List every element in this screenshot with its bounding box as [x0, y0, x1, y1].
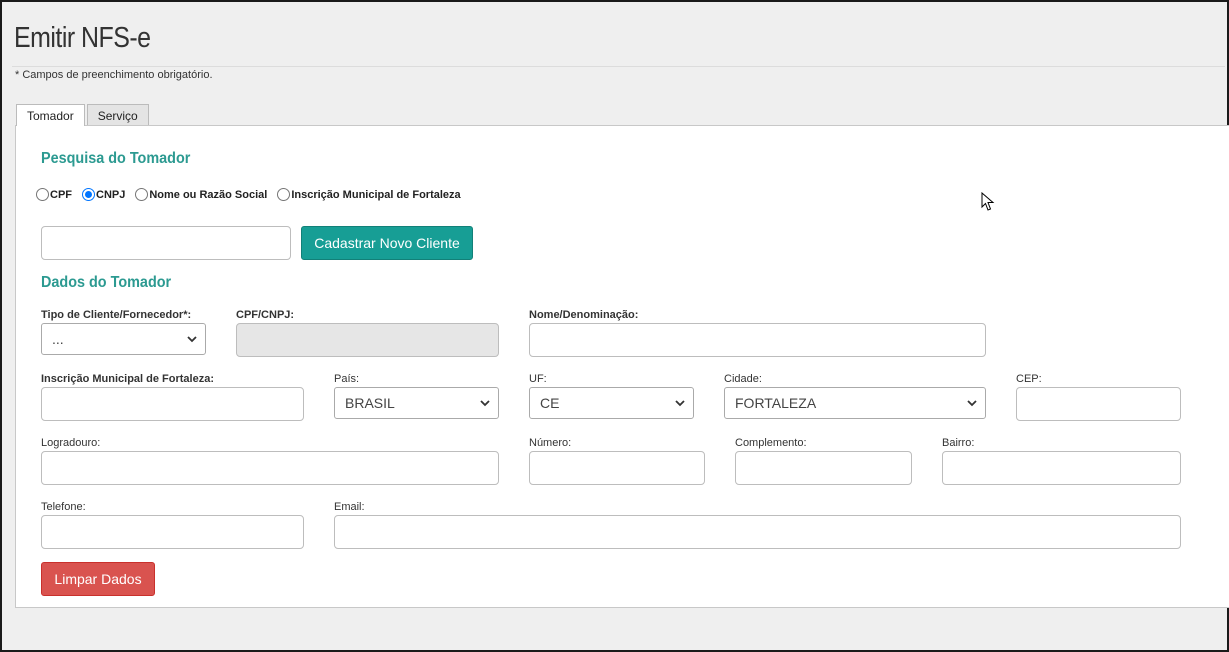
- radio-cnpj-circle[interactable]: [82, 188, 95, 201]
- radio-cpf-circle[interactable]: [36, 188, 49, 201]
- uf-label: UF:: [529, 373, 547, 385]
- title-divider: [12, 66, 1225, 67]
- chevron-down-icon: [480, 400, 490, 407]
- search-type-radio-group: CPF CNPJ Nome ou Razão Social Inscrição …: [36, 188, 471, 201]
- inscricao-field[interactable]: [41, 387, 304, 421]
- mouse-cursor-icon: [981, 192, 995, 211]
- tipo-cliente-label: Tipo de Cliente/Fornecedor*:: [41, 309, 192, 321]
- tab-tomador[interactable]: Tomador: [16, 104, 85, 126]
- section-title-dados: Dados do Tomador: [41, 274, 172, 291]
- chevron-down-icon: [675, 400, 685, 407]
- complemento-field[interactable]: [735, 451, 912, 485]
- bairro-label: Bairro:: [942, 437, 975, 449]
- radio-nome-label: Nome ou Razão Social: [149, 188, 268, 201]
- section-title-pesquisa: Pesquisa do Tomador: [41, 150, 191, 167]
- email-field[interactable]: [334, 515, 1181, 549]
- clear-data-button[interactable]: Limpar Dados: [41, 562, 155, 596]
- cidade-value: FORTALEZA: [735, 395, 817, 411]
- cidade-select[interactable]: FORTALEZA: [724, 387, 986, 419]
- window-frame: Emitir NFS-e * Campos de preenchimento o…: [0, 0, 1229, 652]
- tipo-cliente-select[interactable]: ...: [41, 323, 206, 355]
- uf-select[interactable]: CE: [529, 387, 694, 419]
- page-title: Emitir NFS-e: [14, 22, 151, 54]
- radio-cnpj[interactable]: CNPJ: [82, 188, 125, 201]
- numero-field[interactable]: [529, 451, 705, 485]
- chevron-down-icon: [967, 400, 977, 407]
- uf-value: CE: [540, 395, 560, 411]
- new-client-button[interactable]: Cadastrar Novo Cliente: [301, 226, 473, 260]
- tab-bar: Tomador Serviço: [16, 104, 149, 126]
- tab-servico[interactable]: Serviço: [86, 104, 149, 125]
- cep-label: CEP:: [1016, 373, 1042, 385]
- numero-label: Número:: [529, 437, 572, 449]
- telefone-field[interactable]: [41, 515, 304, 549]
- nome-label: Nome/Denominação:: [529, 309, 639, 321]
- radio-inscricao-circle[interactable]: [277, 188, 291, 201]
- cep-field[interactable]: [1016, 387, 1181, 421]
- pais-label: País:: [334, 373, 360, 385]
- nome-field[interactable]: [529, 323, 986, 357]
- radio-nome-circle[interactable]: [135, 188, 149, 201]
- telefone-label: Telefone:: [41, 501, 86, 513]
- radio-inscricao-label: Inscrição Municipal de Fortaleza: [291, 188, 461, 201]
- cpf-cnpj-field: [236, 323, 499, 357]
- logradouro-field[interactable]: [41, 451, 499, 485]
- required-note: * Campos de preenchimento obrigatório.: [15, 69, 213, 81]
- pais-select[interactable]: BRASIL: [334, 387, 499, 419]
- radio-cpf[interactable]: CPF: [36, 188, 72, 201]
- cpf-cnpj-label: CPF/CNPJ:: [236, 309, 295, 321]
- tab-panel-tomador: Pesquisa do Tomador CPF CNPJ Nome ou Raz…: [15, 125, 1229, 608]
- bairro-field[interactable]: [942, 451, 1181, 485]
- radio-cnpj-label: CNPJ: [96, 188, 126, 201]
- inscricao-label: Inscrição Municipal de Fortaleza:: [41, 373, 214, 385]
- radio-nome[interactable]: Nome ou Razão Social: [135, 188, 267, 201]
- radio-cpf-label: CPF: [50, 188, 72, 201]
- search-input[interactable]: [41, 226, 291, 260]
- complemento-label: Complemento:: [735, 437, 807, 449]
- pais-value: BRASIL: [345, 395, 395, 411]
- tipo-cliente-value: ...: [52, 331, 64, 347]
- chevron-down-icon: [187, 336, 197, 343]
- logradouro-label: Logradouro:: [41, 437, 101, 449]
- radio-inscricao[interactable]: Inscrição Municipal de Fortaleza: [277, 188, 461, 201]
- email-label: Email:: [334, 501, 365, 513]
- cidade-label: Cidade:: [724, 373, 762, 385]
